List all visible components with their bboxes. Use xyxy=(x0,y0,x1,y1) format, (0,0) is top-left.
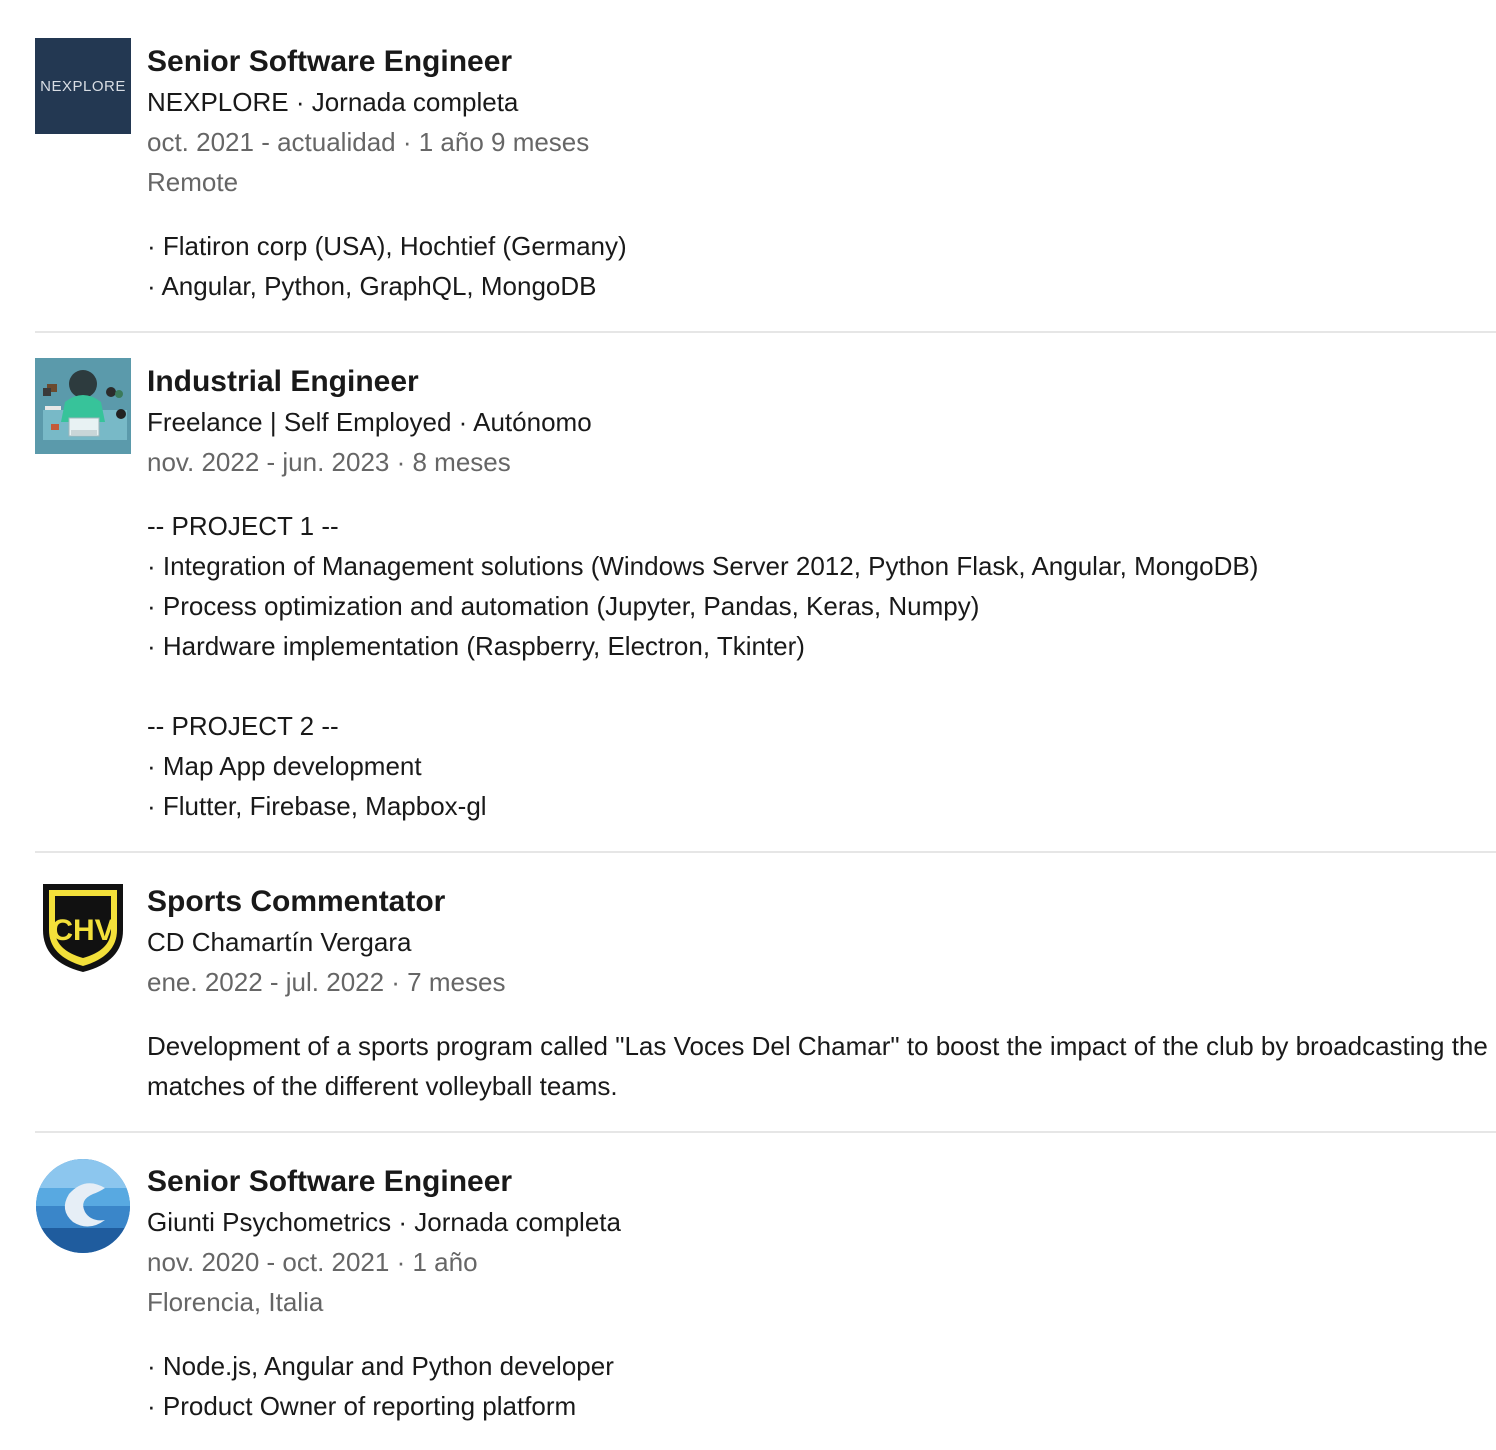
date-range: nov. 2022 - jun. 2023 · 8 meses xyxy=(147,447,511,477)
description-line: · Flatiron corp (USA), Hochtief (Germany… xyxy=(147,231,627,261)
club-crest-icon: CHV xyxy=(43,884,123,972)
description-line xyxy=(147,666,1496,706)
description-line: · Hardware implementation (Raspberry, El… xyxy=(147,631,805,661)
company-name[interactable]: CD Chamartín Vergara xyxy=(147,922,1496,962)
description-line: · Angular, Python, GraphQL, MongoDB xyxy=(147,271,597,301)
description-line: · Node.js, Angular and Python developer xyxy=(147,1351,614,1381)
divider xyxy=(35,851,1496,853)
date-range: ene. 2022 - jul. 2022 · 7 meses xyxy=(147,967,506,997)
company-name[interactable]: Freelance | Self Employed · Autónomo xyxy=(147,402,1496,442)
divider xyxy=(35,1131,1496,1133)
description-line: · Flutter, Firebase, Mapbox-gl xyxy=(147,791,487,821)
description-line: · Process optimization and automation (J… xyxy=(147,591,980,621)
description-line: Development of a sports program called "… xyxy=(147,1031,1488,1101)
job-description: · Flatiron corp (USA), Hochtief (Germany… xyxy=(147,226,1496,306)
job-title: Senior Software Engineer xyxy=(147,45,513,78)
job-title: Senior Software Engineer xyxy=(147,1165,513,1198)
company-name[interactable]: Giunti Psychometrics · Jornada completa xyxy=(147,1202,1496,1242)
job-title: Industrial Engineer xyxy=(147,365,419,398)
experience-item[interactable]: NEXPLORE Senior Software Engineer NEXPLO… xyxy=(35,38,1496,318)
company-logo[interactable] xyxy=(35,358,131,454)
job-description: · Node.js, Angular and Python developer … xyxy=(147,1346,1496,1426)
freelancer-desk-icon xyxy=(35,358,131,454)
job-title: Sports Commentator xyxy=(147,885,446,918)
logo-text: NEXPLORE xyxy=(40,77,126,95)
experience-item[interactable]: Senior Software Engineer Giunti Psychome… xyxy=(35,1158,1496,1438)
job-description: Development of a sports program called "… xyxy=(147,1026,1496,1106)
date-range: nov. 2020 - oct. 2021 · 1 año xyxy=(147,1247,478,1277)
company-logo[interactable]: CHV xyxy=(35,878,131,974)
description-line: -- PROJECT 2 -- xyxy=(147,711,339,741)
company-name[interactable]: NEXPLORE · Jornada completa xyxy=(147,82,1496,122)
company-logo[interactable]: NEXPLORE xyxy=(35,38,131,134)
location: Remote xyxy=(147,167,239,197)
logo-text: CHV xyxy=(51,914,114,947)
experience-item[interactable]: Industrial Engineer Freelance | Self Emp… xyxy=(35,358,1496,838)
description-line: · Product Owner of reporting platform xyxy=(147,1391,577,1421)
description-line: · Map App development xyxy=(147,751,422,781)
location: Florencia, Italia xyxy=(147,1287,324,1317)
company-logo[interactable] xyxy=(35,1158,131,1254)
experience-item[interactable]: CHV Sports Commentator CD Chamartín Verg… xyxy=(35,878,1496,1118)
wave-logo-icon xyxy=(36,1159,130,1253)
divider xyxy=(35,331,1496,333)
description-line: · Integration of Management solutions (W… xyxy=(147,551,1259,581)
date-range: oct. 2021 - actualidad · 1 año 9 meses xyxy=(147,127,590,157)
description-line: -- PROJECT 1 -- xyxy=(147,511,339,541)
job-description: -- PROJECT 1 -- · Integration of Managem… xyxy=(147,506,1496,826)
